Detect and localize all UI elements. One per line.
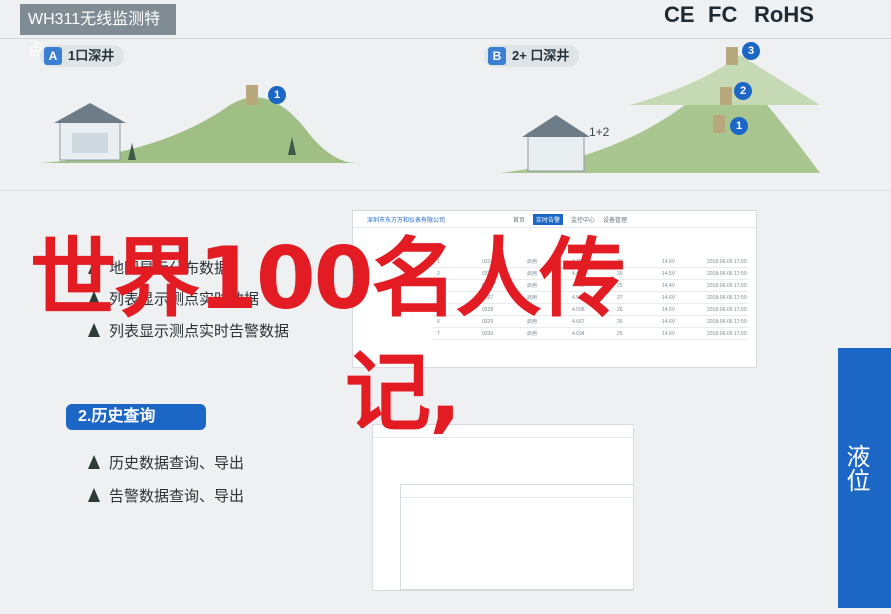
- table-cell: 14.6V: [662, 294, 676, 301]
- feature-label: 告警数据查询、导出: [109, 488, 245, 505]
- fc-mark: FC: [708, 2, 738, 27]
- sensor-number-3: 3: [742, 42, 760, 60]
- rohs-mark: RoHS: [754, 2, 814, 27]
- side-tab-liquid-level[interactable]: 液位: [838, 348, 891, 608]
- feature-item: 历史数据查询、导出: [88, 452, 244, 473]
- sensor-number-a: 1: [268, 86, 286, 104]
- scenario-a-pill: A 1口深井: [40, 45, 125, 67]
- table-cell: 2018-06-06 17:00:00: [707, 294, 748, 301]
- tree-icon: [88, 454, 100, 469]
- table-cell: 2018-06-06 17:00:00: [707, 306, 748, 313]
- monitor-a: [72, 133, 108, 153]
- table-cell: 14.4V: [662, 282, 676, 289]
- section-divider: [0, 190, 891, 191]
- table-cell: 2018-06-06 17:00:00: [707, 318, 748, 325]
- page-title: WH311无线监测特点: [20, 4, 176, 59]
- sensor-number-2: 2: [734, 82, 752, 100]
- tree-icon: [88, 487, 100, 502]
- sensor-a: [246, 85, 258, 105]
- table-cell: 2018-06-06 17:00:00: [707, 270, 748, 277]
- table-cell: 2018-06-06 17:00:00: [707, 330, 748, 337]
- overlay-headline-2: 记,: [345, 343, 462, 443]
- sensor-b3: [726, 47, 738, 65]
- header-divider: [0, 38, 891, 39]
- table-cell: 2018-06-06 17:00:00: [707, 258, 748, 265]
- overlay-headline: 世界100名人传: [30, 229, 626, 329]
- sensor-b2: [720, 87, 732, 105]
- sensor-b1: [713, 115, 725, 133]
- table-cell: 14.6V: [662, 258, 676, 265]
- roof-b: [522, 115, 590, 137]
- table-cell: 14.5V: [662, 270, 676, 277]
- feature-item: 告警数据查询、导出: [88, 485, 244, 506]
- side-tab-label: 液位: [842, 444, 869, 492]
- scenario-b-illustration: [500, 47, 820, 173]
- roof-a: [54, 103, 126, 123]
- scenario-b-tag: 1+2: [589, 125, 610, 139]
- ce-mark: CE: [664, 2, 695, 27]
- scenario-a-badge: A: [44, 47, 62, 65]
- table-cell: 14.6V: [662, 330, 676, 337]
- house-b: [527, 132, 585, 172]
- sensor-number-1: 1: [730, 117, 748, 135]
- scenario-a-illustration: [40, 85, 360, 164]
- feature-label: 历史数据查询、导出: [109, 455, 245, 472]
- table-cell: 2018-06-06 17:00:00: [707, 282, 748, 289]
- section-2-title: 2.历史查询: [66, 404, 206, 430]
- table-cell: 14.6V: [662, 318, 676, 325]
- scenario-a-label: 1口深井: [68, 48, 115, 63]
- app-header: [401, 485, 633, 498]
- app-screenshot-alarm: [400, 484, 634, 590]
- table-cell: 14.5V: [662, 306, 676, 313]
